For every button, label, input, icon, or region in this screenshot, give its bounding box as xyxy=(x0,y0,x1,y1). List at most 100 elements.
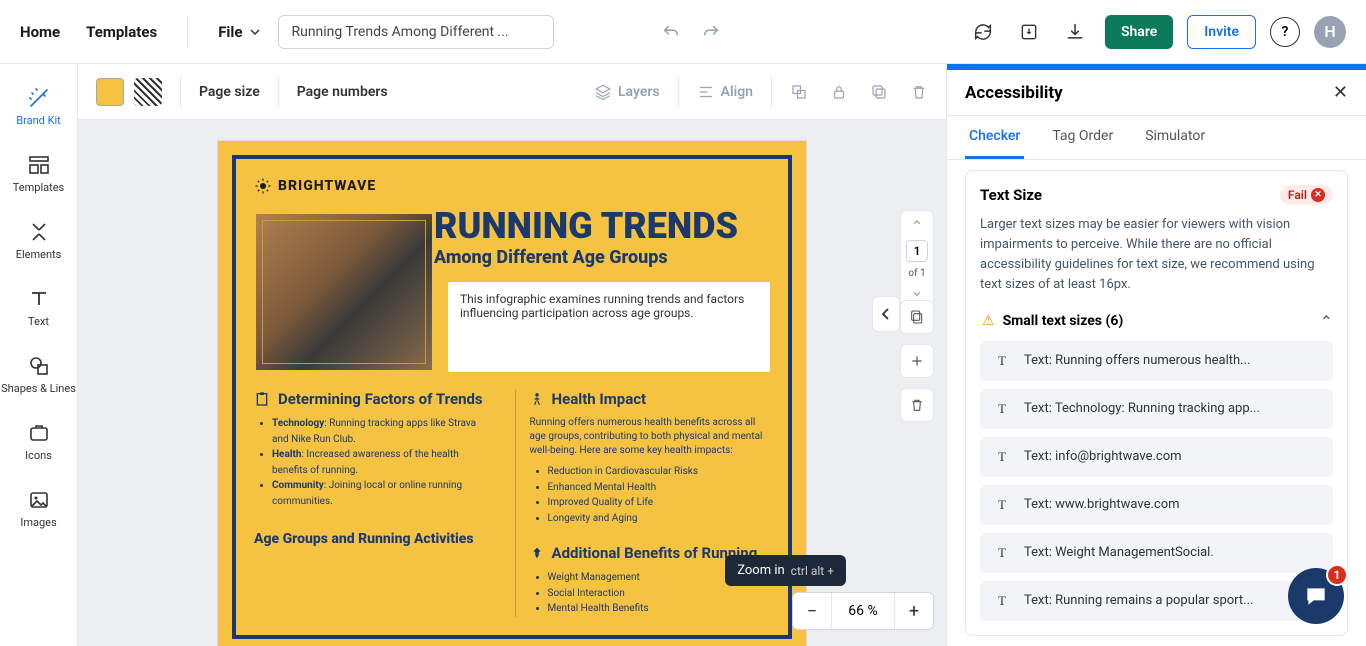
text-chip-icon: T xyxy=(992,399,1012,419)
chevron-up-icon: ⌃ xyxy=(1320,312,1333,331)
export-icon[interactable] xyxy=(1013,16,1045,48)
align-icon xyxy=(697,83,715,101)
file-menu[interactable]: File xyxy=(218,23,260,41)
text-chip-icon: T xyxy=(992,351,1012,371)
document-image xyxy=(254,212,434,372)
accessibility-panel: Accessibility ✕ Checker Tag Order Simula… xyxy=(946,64,1366,646)
health-heading: Health Impact xyxy=(530,390,771,408)
panel-title: Accessibility xyxy=(965,83,1063,103)
sidebar-label: Icons xyxy=(25,449,52,462)
align-btn[interactable]: Align xyxy=(697,83,753,101)
file-label: File xyxy=(218,23,242,41)
sidebar-label: Text xyxy=(28,315,49,328)
group-icon[interactable] xyxy=(790,83,808,101)
doc-title: RUNNING TRENDS xyxy=(434,205,770,247)
clipboard-icon xyxy=(254,391,270,407)
top-bar: Home Templates File Share Invite ? H xyxy=(0,0,1366,64)
text-icon xyxy=(27,287,51,311)
tab-checker[interactable]: Checker xyxy=(965,116,1024,159)
sidebar-text[interactable]: Text xyxy=(0,279,77,336)
lock-icon[interactable] xyxy=(830,83,848,101)
page-numbers-btn[interactable]: Page numbers xyxy=(297,84,388,100)
page-down-button[interactable]: ⌄ xyxy=(910,281,923,300)
text-chip-icon: T xyxy=(992,591,1012,611)
templates-icon xyxy=(27,153,51,177)
issue-item[interactable]: TText: www.brightwave.com xyxy=(980,485,1333,525)
sidebar-brand-kit[interactable]: Brand Kit xyxy=(0,78,77,135)
sidebar-elements[interactable]: Elements xyxy=(0,212,77,269)
issue-list: TText: Running offers numerous health...… xyxy=(980,341,1333,621)
page-navigator: ⌃ 1 of 1 ⌄ xyxy=(900,210,934,307)
document-title-input[interactable] xyxy=(278,15,554,49)
delete-icon[interactable] xyxy=(910,83,928,101)
determining-heading: Determining Factors of Trends xyxy=(254,390,495,408)
layers-btn[interactable]: Layers xyxy=(594,83,660,101)
zoom-value[interactable]: 66 % xyxy=(831,593,895,629)
zoom-in-button[interactable]: + xyxy=(895,592,933,630)
delete-page-button[interactable] xyxy=(900,388,934,422)
fill-color-swatch[interactable] xyxy=(96,78,124,106)
pin-icon xyxy=(530,546,544,560)
download-icon[interactable] xyxy=(1059,16,1091,48)
status-badge: Fail ✕ xyxy=(1280,185,1333,205)
issue-item[interactable]: TText: Running offers numerous health... xyxy=(980,341,1333,381)
sync-icon[interactable] xyxy=(967,16,999,48)
text-chip-icon: T xyxy=(992,543,1012,563)
page-size-btn[interactable]: Page size xyxy=(199,84,260,100)
sidebar-label: Shapes & Lines xyxy=(1,382,76,395)
copy-icon[interactable] xyxy=(870,83,888,101)
issue-item[interactable]: TText: Running remains a popular sport..… xyxy=(980,581,1333,621)
collapse-panel-button[interactable] xyxy=(872,296,900,332)
duplicate-page-button[interactable] xyxy=(900,300,934,334)
tab-simulator[interactable]: Simulator xyxy=(1141,116,1209,159)
issue-item[interactable]: TText: Weight ManagementSocial. xyxy=(980,533,1333,573)
intro-text: This infographic examines running trends… xyxy=(448,282,770,372)
close-panel-button[interactable]: ✕ xyxy=(1333,82,1348,103)
sidebar-label: Elements xyxy=(16,248,62,261)
zoom-out-button[interactable]: − xyxy=(793,592,831,630)
help-button[interactable]: ? xyxy=(1270,17,1300,47)
determining-list: Technology: Running tracking apps like S… xyxy=(254,416,495,509)
wand-icon xyxy=(27,86,51,110)
zoom-tooltip: Zoom in ctrl alt + xyxy=(725,555,846,586)
issue-item[interactable]: TText: Technology: Running tracking app.… xyxy=(980,389,1333,429)
user-avatar[interactable]: H xyxy=(1314,16,1346,48)
tab-tag-order[interactable]: Tag Order xyxy=(1048,116,1117,159)
issue-group-header[interactable]: ⚠ Small text sizes (6) ⌃ xyxy=(982,312,1333,331)
share-button[interactable]: Share xyxy=(1105,15,1173,49)
page-up-button[interactable]: ⌃ xyxy=(910,217,923,236)
doc-subtitle: Among Different Age Groups xyxy=(434,247,770,268)
redo-button[interactable] xyxy=(702,23,720,41)
main-area: Brand Kit Templates Elements Text Shapes… xyxy=(0,64,1366,646)
canvas-toolbar: Page size Page numbers Layers Align xyxy=(78,64,946,120)
health-intro: Running offers numerous health benefits … xyxy=(530,416,771,458)
pattern-swatch[interactable] xyxy=(134,78,162,106)
shapes-icon xyxy=(27,354,51,378)
issue-item[interactable]: TText: info@brightwave.com xyxy=(980,437,1333,477)
text-chip-icon: T xyxy=(992,495,1012,515)
canvas-area[interactable]: BRIGHTWAVE RUNNING TRENDS Among Differen… xyxy=(78,120,946,646)
panel-tabs: Checker Tag Order Simulator xyxy=(947,116,1366,160)
notification-badge: 1 xyxy=(1326,564,1348,586)
home-menu[interactable]: Home xyxy=(20,23,60,41)
current-page[interactable]: 1 xyxy=(906,240,928,262)
invite-button[interactable]: Invite xyxy=(1187,15,1256,49)
top-right: Share Invite ? H xyxy=(967,15,1346,49)
sidebar-shapes[interactable]: Shapes & Lines xyxy=(0,346,77,403)
templates-menu[interactable]: Templates xyxy=(86,23,157,41)
card-description: Larger text sizes may be easier for view… xyxy=(980,215,1333,296)
layers-icon xyxy=(594,83,612,101)
add-page-button[interactable] xyxy=(900,344,934,378)
page-total: of 1 xyxy=(908,268,925,279)
document-page[interactable]: BRIGHTWAVE RUNNING TRENDS Among Differen… xyxy=(217,140,807,646)
chat-button[interactable]: 1 xyxy=(1288,568,1344,624)
chevron-down-icon xyxy=(250,27,260,37)
person-icon xyxy=(530,390,544,408)
chat-icon xyxy=(1303,583,1329,609)
elements-icon xyxy=(27,220,51,244)
undo-button[interactable] xyxy=(662,23,680,41)
sidebar-icons[interactable]: Icons xyxy=(0,413,77,470)
sidebar-images[interactable]: Images xyxy=(0,480,77,537)
sidebar-templates[interactable]: Templates xyxy=(0,145,77,202)
sun-icon xyxy=(254,177,272,195)
